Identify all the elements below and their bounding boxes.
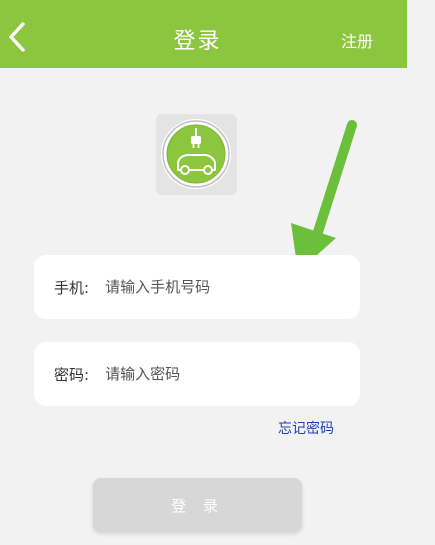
password-label: 密码: xyxy=(54,365,90,384)
app-logo xyxy=(156,114,237,195)
phone-input[interactable] xyxy=(105,278,306,296)
header-bar: 登录 注册 xyxy=(0,0,407,68)
phone-label: 手机: xyxy=(54,278,90,297)
password-field-container: 密码: xyxy=(34,342,360,406)
ev-charging-car-logo-icon xyxy=(161,119,231,189)
login-button[interactable]: 登 录 xyxy=(93,478,302,532)
forgot-password-link[interactable]: 忘记密码 xyxy=(278,418,334,438)
password-input[interactable] xyxy=(105,365,306,383)
phone-field-container: 手机: xyxy=(34,255,360,319)
register-link[interactable]: 注册 xyxy=(341,28,373,52)
page-title: 登录 xyxy=(173,29,222,54)
